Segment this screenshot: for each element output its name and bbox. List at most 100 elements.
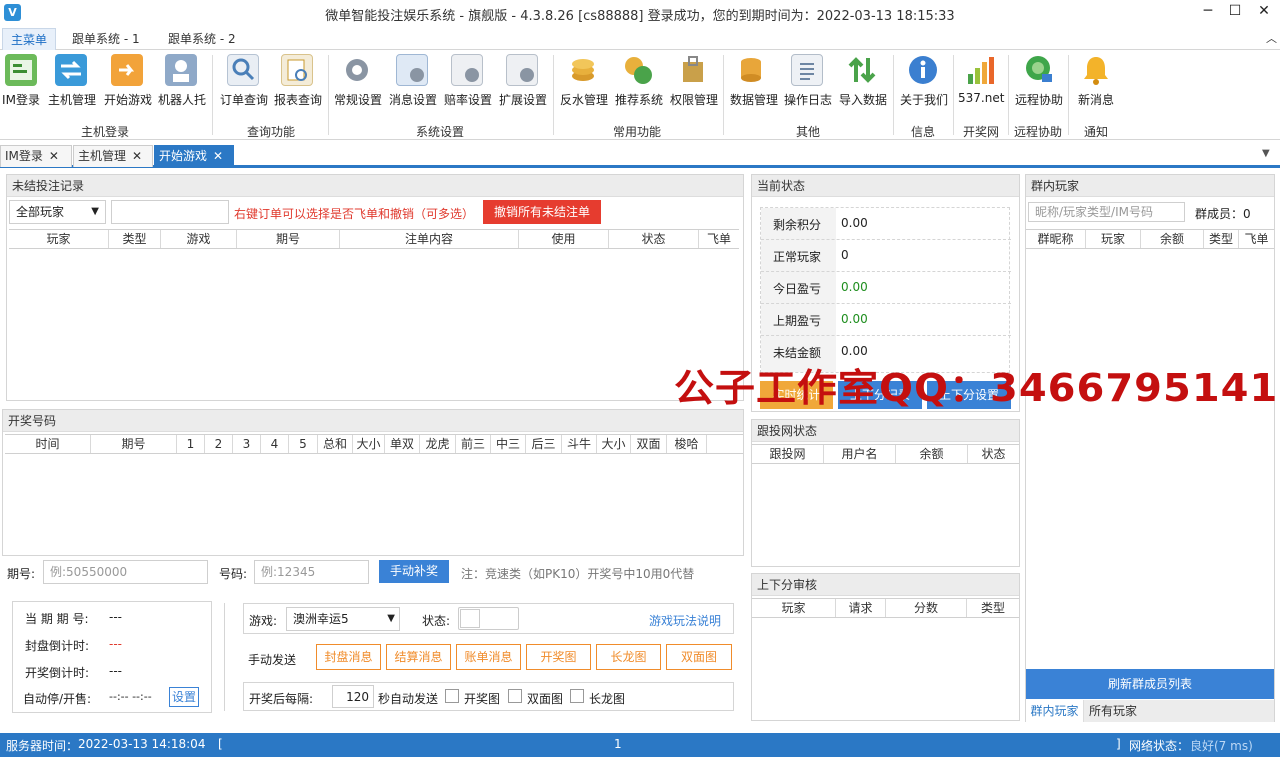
auto-send-row: 开奖后每隔: 120 秒自动发送 开奖图 双面图 长龙图 [243,682,734,711]
doc-tab-im-login[interactable]: IM登录 ✕ [0,145,72,167]
send-close-message-button[interactable]: 封盘消息 [316,644,381,670]
menu-tab-follow-2[interactable]: 跟单系统 - 2 [160,28,244,50]
ribbon-separator [893,55,894,135]
current-period-label: 当 期 期 号: [25,612,89,626]
order-query-button[interactable]: 订单查询 [220,54,268,110]
referral-button[interactable]: 推荐系统 [615,54,663,110]
cancel-all-unsettled-button[interactable]: 撤销所有未结注单 [483,200,601,224]
im-login-button[interactable]: IM登录 [2,54,40,110]
extension-settings-button[interactable]: 扩展设置 [499,54,547,110]
info-icon [907,54,939,86]
lottery-site-button[interactable]: 537.net [958,54,1004,110]
tab-list-dropdown-icon[interactable]: ▼ [1262,148,1270,159]
ribbon-separator [1008,55,1009,135]
auto-draw-chart-checkbox[interactable] [445,689,459,703]
manual-draw-row: 期号: 例:50550000 号码: 例:12345 手动补奖 注：竞速类（如P… [0,559,745,585]
permission-button[interactable]: 权限管理 [670,54,718,110]
close-icon[interactable]: ✕ [213,149,223,163]
remote-assist-button[interactable]: 远程协助 [1015,54,1063,110]
gear-icon [341,54,373,86]
credit-audit-panel: 上下分审核 玩家 请求 分数 类型 [751,573,1020,721]
lottery-table-header: 时间 期号 1 2 3 4 5 总和 大小 单双 龙虎 前三 中三 后三 斗牛 … [5,434,743,454]
message-settings-button[interactable]: 消息设置 [389,54,437,110]
interval-input[interactable]: 120 [332,685,374,708]
import-data-button[interactable]: 导入数据 [839,54,887,110]
number-input[interactable]: 例:12345 [254,560,369,584]
send-draw-chart-button[interactable]: 开奖图 [526,644,591,670]
draw-note: 注：竞速类（如PK10）开奖号中10用0代替 [461,567,695,581]
state-toggle[interactable] [458,607,519,630]
send-two-side-chart-button[interactable]: 双面图 [666,644,732,670]
game-select[interactable]: 澳洲幸运5 ▼ [286,607,400,631]
start-game-icon [111,54,143,86]
ribbon-separator [953,55,954,135]
send-settle-message-button[interactable]: 结算消息 [386,644,451,670]
general-settings-button[interactable]: 常规设置 [334,54,382,110]
send-dragon-chart-button[interactable]: 长龙图 [596,644,661,670]
document-tabs: IM登录 ✕ 主机管理 ✕ 开始游戏 ✕ ▼ [0,144,1280,168]
manual-draw-button[interactable]: 手动补奖 [379,560,449,583]
network-status-value: 良好(7 ms) [1190,739,1253,753]
menu-tab-follow-1[interactable]: 跟单系统 - 1 [64,28,148,50]
panel-title: 开奖号码 [3,410,743,432]
group-label-other: 其他 [795,125,820,139]
close-button[interactable]: ✕ [1252,2,1276,22]
robot-button[interactable]: 机器人托 [158,54,206,110]
menu-tab-main[interactable]: 主菜单 [2,28,57,50]
period-input[interactable]: 例:50550000 [43,560,208,584]
about-button[interactable]: 关于我们 [900,54,948,110]
manual-send-label: 手动发送 [248,653,297,667]
draw-countdown-label: 开奖倒计时: [25,666,90,680]
auto-sale-settings-button[interactable]: 设置 [169,687,199,707]
menu-bar: 主菜单 跟单系统 - 1 跟单系统 - 2 ︿ [0,28,1280,50]
doc-tab-start-game[interactable]: 开始游戏 ✕ [154,145,234,167]
robot-icon [165,54,197,86]
new-message-button[interactable]: 新消息 [1078,54,1114,110]
remote-icon [1022,54,1054,86]
permission-icon [677,54,709,86]
player-filter-select[interactable]: 全部玩家 ▼ [9,200,106,224]
group-label-query: 查询功能 [246,125,295,139]
group-search-input[interactable]: 昵称/玩家类型/IM号码 [1028,202,1185,222]
start-game-button[interactable]: 开始游戏 [104,54,152,110]
collapse-ribbon-icon[interactable]: ︿ [1258,28,1280,50]
tab-all-players[interactable]: 所有玩家 [1084,700,1142,722]
data-manage-button[interactable]: 数据管理 [730,54,778,110]
status-row: 剩余积分 0.00 [761,208,1011,240]
game-rules-link[interactable]: 游戏玩法说明 [649,612,721,629]
report-query-button[interactable]: 报表查询 [274,54,322,110]
close-icon[interactable]: ✕ [49,149,59,163]
report-query-icon [281,54,313,86]
auto-send-label: 秒自动发送 [378,692,439,706]
panel-title: 跟投网状态 [752,420,1019,442]
ribbon-separator [553,55,554,135]
network-status-label: 网络状态： [1129,739,1190,753]
auto-dragon-checkbox[interactable] [570,689,584,703]
group-label-lottery-site: 开奖网 [962,125,999,139]
close-icon[interactable]: ✕ [132,149,142,163]
odds-settings-button[interactable]: 赔率设置 [444,54,492,110]
status-left-bracket: [ [218,737,223,751]
current-period-value: --- [109,610,122,624]
operation-log-button[interactable]: 操作日志 [784,54,832,110]
odds-settings-icon [451,54,483,86]
send-bill-message-button[interactable]: 账单消息 [456,644,521,670]
chevron-down-icon: ▼ [91,206,99,217]
host-manage-button[interactable]: 主机管理 [48,54,96,110]
period-info-box: 当 期 期 号: --- 封盘倒计时: --- 开奖倒计时: --- 自动停/开… [12,601,212,713]
close-countdown-value: --- [109,637,122,651]
group-label-system: 系统设置 [415,125,464,139]
doc-tab-host-manage[interactable]: 主机管理 ✕ [73,145,153,167]
auto-two-side-checkbox[interactable] [508,689,522,703]
unsettled-search-input[interactable] [111,200,229,224]
tab-group-players[interactable]: 群内玩家 [1026,700,1084,722]
window-title: 微单智能投注娱乐系统 - 旗舰版 - 4.3.8.26 [cs88888] 登录… [325,9,955,24]
game-selector-row: 游戏: 澳洲幸运5 ▼ 状态: 游戏玩法说明 [243,603,734,634]
minimize-button[interactable]: ─ [1196,2,1220,22]
rebate-button[interactable]: 反水管理 [560,54,608,110]
maximize-button[interactable]: ☐ [1223,2,1247,22]
member-count-value: 0 [1243,207,1251,221]
lottery-numbers-panel: 开奖号码 时间 期号 1 2 3 4 5 总和 大小 单双 龙虎 前三 中三 后… [2,409,744,556]
chevron-down-icon: ▼ [387,613,395,624]
refresh-members-button[interactable]: 刷新群成员列表 [1026,669,1274,699]
